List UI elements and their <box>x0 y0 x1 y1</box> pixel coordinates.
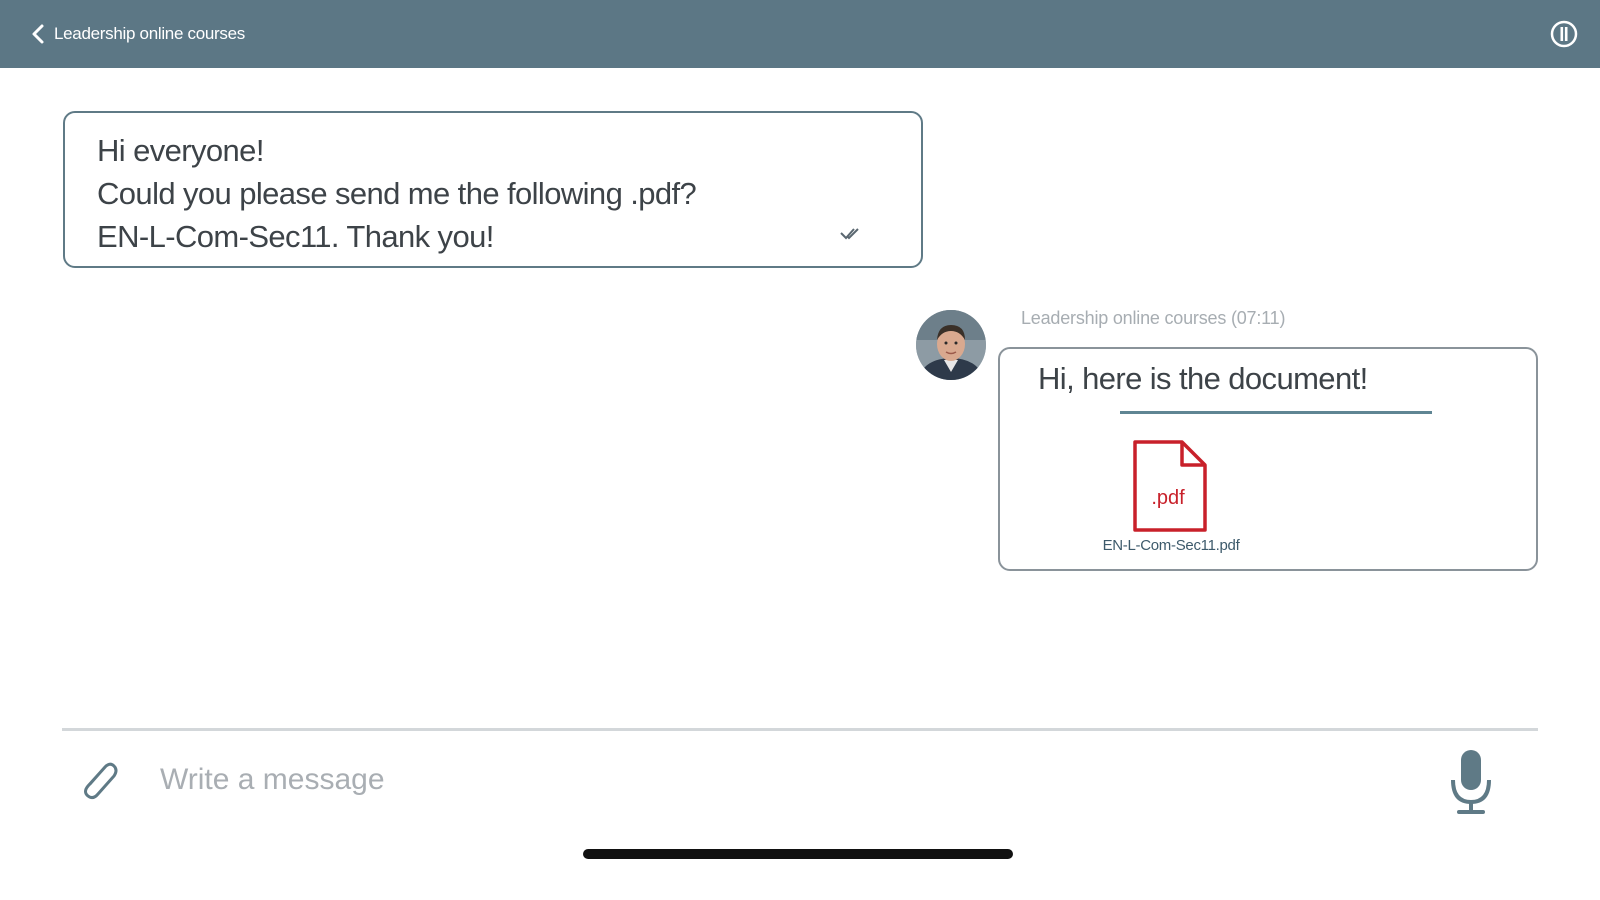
pdf-icon-label: .pdf <box>1151 487 1185 509</box>
message-input[interactable] <box>160 756 1400 804</box>
attachment-file-name[interactable]: EN-L-Com-Sec11.pdf <box>1086 537 1256 554</box>
back-button[interactable]: Leadership online courses <box>30 18 245 50</box>
top-bar: Leadership online courses <box>0 0 1600 68</box>
chat-title: Leadership online courses <box>54 24 245 43</box>
chevron-left-icon <box>32 24 44 44</box>
message-text: Hi, here is the document! <box>1038 361 1368 396</box>
paperclip-icon[interactable] <box>76 756 124 804</box>
message-line: Hi everyone! <box>97 133 264 168</box>
incoming-message-bubble[interactable]: Hi, here is the document! .pdf EN-L-Com-… <box>998 347 1538 571</box>
message-line: EN-L-Com-Sec11. Thank you! <box>97 219 494 254</box>
message-line: Could you please send me the following .… <box>97 176 697 211</box>
composer-divider <box>62 728 1538 731</box>
info-icon[interactable] <box>1548 18 1580 50</box>
sender-meta: Leadership online courses (07:11) <box>1021 308 1286 328</box>
pdf-file-icon: .pdf <box>1133 440 1207 532</box>
avatar-image <box>916 310 986 380</box>
avatar[interactable] <box>916 310 986 380</box>
read-check-icon <box>840 228 859 240</box>
divider <box>1120 411 1432 414</box>
home-indicator[interactable] <box>583 849 1013 859</box>
microphone-icon[interactable] <box>1448 748 1494 818</box>
outgoing-message-bubble[interactable]: Hi everyone! Could you please send me th… <box>63 111 923 268</box>
pdf-attachment[interactable]: .pdf EN-L-Com-Sec11.pdf <box>1086 439 1256 559</box>
